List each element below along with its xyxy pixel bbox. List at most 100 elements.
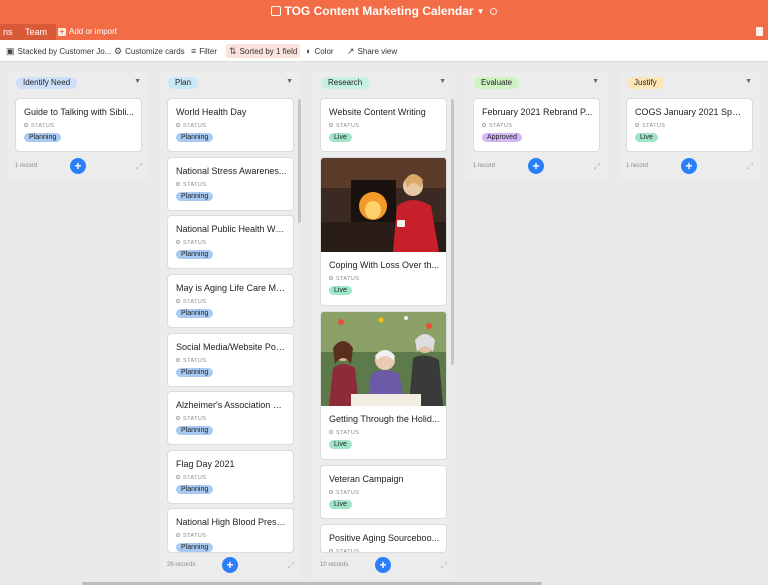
status-field-label: STATUS [329, 123, 359, 129]
stack-label: Evaluate [474, 77, 520, 89]
record-card[interactable]: World Health Day STATUS Planning [167, 98, 294, 152]
card-title: Alzheimer's Association Vi... [176, 400, 287, 410]
expand-icon[interactable]: ⤢ [441, 561, 447, 571]
status-field-icon [329, 549, 333, 552]
card-title: National Stress Awarenes... [176, 166, 287, 176]
record-card[interactable]: Social Media/Website Pos... STATUS Plann… [167, 333, 294, 387]
filter-button[interactable]: ≡ Filter [188, 44, 220, 58]
status-field-label: STATUS [176, 299, 206, 305]
add-or-import-button[interactable]: + Add or import [58, 24, 117, 40]
card-title: National High Blood Press... [176, 517, 287, 527]
filter-icon: ≡ [191, 46, 197, 56]
add-record-button[interactable]: + [528, 158, 544, 174]
tab-team[interactable]: Team [16, 24, 57, 40]
expand-icon[interactable]: ⤢ [747, 162, 753, 172]
chevron-down-icon[interactable]: ▼ [134, 78, 141, 85]
card-title: Positive Aging Sourceboo... [329, 533, 440, 543]
column-header: Research ▼ [312, 71, 455, 97]
chevron-down-icon[interactable]: ▼ [592, 78, 599, 85]
status-field-icon [176, 123, 180, 127]
record-card[interactable]: May is Aging Life Care Mo... STATUS Plan… [167, 274, 294, 328]
card-title: Website Content Writing [329, 107, 426, 117]
color-label: Color [314, 47, 334, 56]
info-icon[interactable] [489, 8, 497, 15]
chevron-down-icon[interactable]: ▼ [745, 78, 752, 85]
record-card[interactable]: National Stress Awarenes... STATUS Plann… [167, 157, 294, 211]
card-cover-photo-holiday-family [321, 312, 446, 406]
sort-icon: ⇅ [229, 46, 237, 56]
record-card[interactable]: National Public Health We... STATUS Plan… [167, 215, 294, 269]
sort-button[interactable]: ⇅ Sorted by 1 field [226, 44, 301, 58]
card-title: Guide to Talking with Sibli... [24, 107, 134, 117]
stack-label: Identify Need [16, 77, 78, 89]
record-card[interactable]: Veteran Campaign STATUS Live [320, 465, 447, 519]
column-scrollbar[interactable] [298, 99, 301, 223]
status-field-icon [329, 276, 333, 280]
column-scrollbar[interactable] [451, 99, 454, 365]
stacked-by-button[interactable]: ▣ Stacked by Customer Jo... [3, 44, 114, 58]
column-footer: 1 record + ⤢ [618, 158, 761, 178]
record-count: 1 record [473, 163, 496, 169]
color-button[interactable]: ◐ Color [303, 44, 337, 58]
card-title: Coping With Loss Over th... [329, 260, 440, 270]
chevron-down-icon[interactable]: ▼ [286, 78, 293, 85]
card-title: February 2021 Rebrand P... [482, 107, 593, 117]
record-card[interactable]: COGS January 2021 Spon... STATUS Live [626, 98, 753, 152]
column-justify: Justify ▼ COGS January 2021 Spon... STAT… [618, 71, 761, 179]
expand-icon[interactable]: ⤢ [136, 162, 142, 172]
stack-label: Plan [168, 77, 199, 89]
customize-cards-label: Customize cards [125, 47, 185, 56]
record-card[interactable]: National High Blood Press... STATUS Plan… [167, 508, 294, 553]
add-record-button[interactable]: + [70, 158, 86, 174]
status-badge: Planning [176, 426, 214, 435]
record-card[interactable]: Website Content Writing STATUS Live [320, 98, 447, 152]
status-badge: Planning [176, 485, 214, 494]
trash-icon[interactable] [756, 27, 763, 36]
share-view-button[interactable]: ↗ Share view [344, 44, 400, 58]
record-card[interactable]: Getting Through the Holid... STATUS Live [320, 311, 447, 460]
status-badge: Live [329, 500, 352, 509]
card-title: May is Aging Life Care Mo... [176, 283, 287, 293]
status-field-label: STATUS [329, 430, 359, 436]
status-field-label: STATUS [329, 549, 359, 552]
card-title: Flag Day 2021 [176, 459, 235, 469]
record-card[interactable]: Alzheimer's Association Vi... STATUS Pla… [167, 391, 294, 445]
column-evaluate: Evaluate ▼ February 2021 Rebrand P... ST… [465, 71, 608, 179]
record-card[interactable]: Coping With Loss Over th... STATUS Live [320, 157, 447, 306]
add-record-button[interactable]: + [681, 158, 697, 174]
card-title: Getting Through the Holid... [329, 414, 440, 424]
status-field-label: STATUS [635, 123, 665, 129]
chevron-down-icon[interactable]: ▼ [477, 7, 485, 16]
base-icon [271, 6, 282, 16]
status-badge: Planning [176, 250, 214, 259]
record-card[interactable]: Flag Day 2021 STATUS Planning [167, 450, 294, 504]
add-record-button[interactable]: + [375, 557, 391, 573]
base-title[interactable]: TOG Content Marketing Calendar ▼ [0, 4, 768, 18]
status-field-label: STATUS [176, 358, 206, 364]
record-count: 26 records [167, 562, 196, 568]
record-card[interactable]: February 2021 Rebrand P... STATUS Approv… [473, 98, 600, 152]
palette-icon: ◐ [306, 46, 312, 56]
record-card[interactable]: Guide to Talking with Sibli... STATUS Pl… [15, 98, 142, 152]
column-header: Evaluate ▼ [465, 71, 608, 97]
customize-cards-button[interactable]: ⚙ Customize cards [111, 44, 188, 58]
chevron-down-icon[interactable]: ▼ [439, 78, 446, 85]
plus-icon: + [58, 27, 66, 36]
column-footer: 1 record + ⤢ [7, 158, 150, 178]
card-title: Social Media/Website Pos... [176, 342, 287, 352]
status-field-label: STATUS [24, 123, 54, 129]
status-field-label: STATUS [176, 123, 206, 129]
status-badge: Planning [176, 309, 214, 318]
stack-icon: ▣ [6, 46, 15, 56]
record-card[interactable]: Positive Aging Sourceboo... STATUS [320, 524, 447, 553]
column-footer: 10 records + ⤢ [312, 557, 455, 577]
add-record-button[interactable]: + [222, 557, 238, 573]
expand-icon[interactable]: ⤢ [594, 162, 600, 172]
table-tab-bar: ns Team + Add or import [0, 24, 768, 40]
add-or-import-label: Add or import [69, 27, 118, 36]
tab-previous[interactable]: ns [0, 24, 16, 40]
base-title-text: TOG Content Marketing Calendar [284, 4, 474, 18]
status-badge: Planning [176, 543, 214, 552]
expand-icon[interactable]: ⤢ [288, 561, 294, 571]
title-bar: TOG Content Marketing Calendar ▼ [0, 0, 768, 24]
